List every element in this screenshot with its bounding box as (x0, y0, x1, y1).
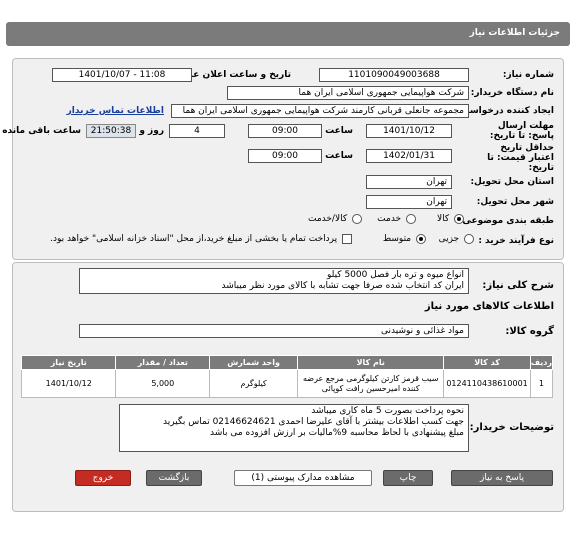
col-qty: تعداد / مقدار (115, 355, 211, 370)
buyer-notes-textarea: نحوه پرداخت بصورت 5 ماه کاری میباشد جهت … (119, 404, 469, 452)
deadline-date-field: 1401/10/12 (366, 124, 452, 138)
creator-label: ایجاد کننده درخواست: (456, 106, 554, 116)
process-label: نوع فرآیند خرید : (478, 236, 554, 246)
city-field: تهران (366, 195, 452, 209)
print-button[interactable]: چاپ (383, 470, 433, 486)
goods-group-field: مواد غذائی و نوشیدنی (79, 324, 469, 338)
buyer-notes-label: توضیحات خریدار: (469, 422, 554, 433)
summary-line-1: انواع میوه و تره بار فصل 5000 کیلو (326, 270, 464, 280)
process-partial-option[interactable]: جزیی (439, 234, 476, 245)
category-both-radio[interactable] (352, 214, 362, 224)
attachments-button[interactable]: مشاهده مدارک پیوستی (1) (234, 470, 372, 486)
goods-table: ردیف کد کالا نام کالا واحد شمارش تعداد /… (20, 355, 554, 398)
buyer-contact-link[interactable]: اطلاعات تماس خریدار (67, 106, 164, 116)
treasury-payment-option[interactable]: پرداخت تمام یا بخشی از مبلغ خرید،از محل … (50, 234, 354, 245)
category-both-option[interactable]: کالا/خدمت (308, 214, 364, 225)
exit-button[interactable]: خروج (75, 470, 131, 486)
col-unit: واحد شمارش (209, 355, 299, 370)
back-button[interactable]: بازگشت (146, 470, 202, 486)
reply-button[interactable]: پاسخ به نیاز (451, 470, 553, 486)
cell-date: 1401/10/12 (20, 369, 117, 398)
process-medium-radio[interactable] (416, 234, 426, 244)
remaining-label: ساعت باقی مانده (2, 126, 81, 136)
category-service-option[interactable]: خدمت (377, 214, 418, 225)
col-row: ردیف (529, 355, 554, 370)
cell-name: سیب قرمز کارتن کیلوگرمی مرجع عرضه کننده … (297, 369, 445, 398)
cell-qty: 5,000 (115, 369, 211, 398)
col-name: نام کالا (297, 355, 445, 370)
notes-line-1: نحوه پرداخت بصورت 5 ماه کاری میباشد (311, 406, 464, 416)
remaining-days-field: 4 (169, 124, 225, 138)
validity-time-label: ساعت (325, 151, 353, 161)
notes-line-3: مبلغ پیشنهادی با لحاظ محاسبه 9%مالیات بر… (210, 428, 464, 438)
table-row: 1 0124110438610001 سیب قرمز کارتن کیلوگر… (20, 369, 554, 398)
days-label: روز و (139, 126, 164, 136)
notes-line-2: جهت کسب اطلاعات بیشتر با آقای علیرضا احم… (163, 417, 464, 427)
province-field: تهران (366, 175, 452, 189)
buyer-label: نام دستگاه خریدار: (470, 88, 554, 98)
summary-label: شرح کلی نیاز: (482, 280, 554, 291)
summary-line-2: ایران کد انتخاب شده صرفا جهت تشابه با کا… (221, 281, 464, 291)
cell-unit: کیلوگرم (209, 369, 299, 398)
goods-group-label: گروه کالا: (505, 326, 554, 337)
summary-textarea: انواع میوه و تره بار فصل 5000 کیلو ایران… (79, 268, 469, 294)
announce-date-field: 1401/10/07 - 11:08 (52, 68, 192, 82)
page-title: جزئیات اطلاعات نیاز (469, 28, 560, 38)
deadline-time-label: ساعت (325, 126, 353, 136)
cell-code: 0124110438610001 (443, 369, 531, 398)
col-date: تاریخ نیاز (20, 355, 117, 370)
need-number-label: شماره نیاز: (502, 70, 554, 80)
col-code: کد کالا (443, 355, 531, 370)
creator-field: مجموعه جانعلی قربانی کارمند شرکت هواپیما… (171, 104, 469, 118)
deadline-label: مهلت ارسال پاسخ: تا تاریخ: (489, 121, 554, 141)
goods-info-title: اطلاعات کالاهای مورد نیاز (424, 301, 554, 312)
buyer-field: شرکت هواپیمایی جمهوری اسلامی ایران هما (227, 86, 469, 100)
province-label: استان محل تحویل: (470, 177, 554, 187)
page-title-bar: جزئیات اطلاعات نیاز (6, 22, 570, 46)
remaining-time-field: 21:50:38 (86, 124, 136, 138)
city-label: شهر محل تحویل: (476, 197, 554, 207)
process-medium-option[interactable]: متوسط (383, 234, 428, 245)
deadline-time-field: 09:00 (248, 124, 322, 138)
category-service-radio[interactable] (406, 214, 416, 224)
cell-row: 1 (529, 369, 554, 398)
validity-date-field: 1402/01/31 (366, 149, 452, 163)
treasury-payment-checkbox[interactable] (342, 234, 352, 244)
validity-time-field: 09:00 (248, 149, 322, 163)
category-label: طبقه بندی موضوعی: (458, 216, 554, 226)
category-goods-radio[interactable] (454, 214, 464, 224)
process-partial-radio[interactable] (464, 234, 474, 244)
goods-table-header: ردیف کد کالا نام کالا واحد شمارش تعداد /… (20, 355, 554, 370)
category-goods-option[interactable]: کالا (437, 214, 466, 225)
validity-label: حداقل تاریخ اعتبار قیمت: تا تاریخ: (487, 143, 554, 173)
need-number-field: 1101090049003688 (319, 68, 469, 82)
